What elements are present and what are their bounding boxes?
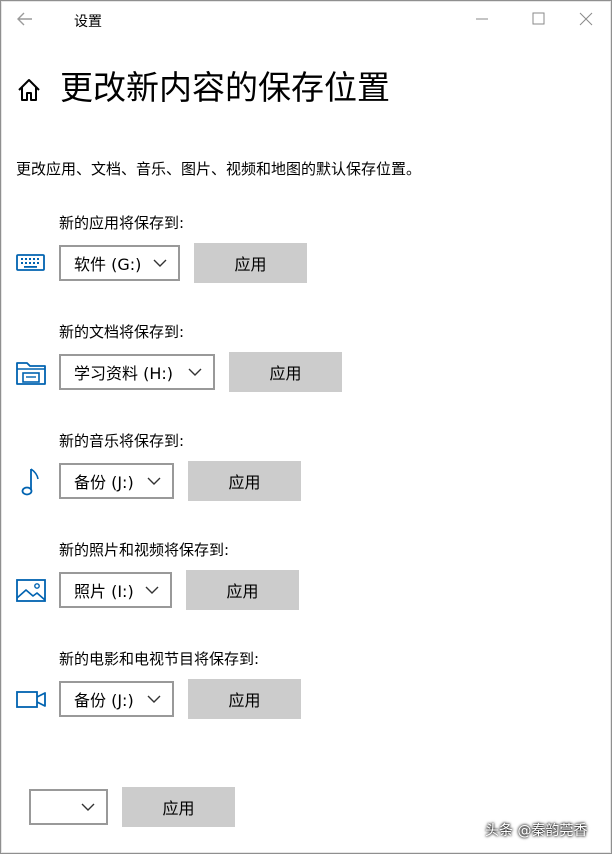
title-bar: 设置 (0, 0, 612, 38)
music-drive-value: 备份 (J:) (74, 473, 134, 492)
minimize-icon[interactable] (468, 6, 496, 32)
apps-drive-dropdown[interactable]: 软件 (G:) (59, 245, 180, 281)
documents-drive-value: 学习资料 (H:) (74, 364, 173, 383)
settings-window (0, 0, 612, 854)
home-icon[interactable] (15, 76, 43, 104)
movies-drive-value: 备份 (J:) (74, 691, 134, 710)
chevron-down-icon (147, 477, 161, 485)
keyboard-icon (14, 246, 48, 280)
photos-drive-dropdown[interactable]: 照片 (I:) (59, 572, 172, 608)
chevron-down-icon (153, 259, 167, 267)
music-drive-dropdown[interactable]: 备份 (J:) (59, 463, 174, 499)
documents-apply-button[interactable]: 应用 (229, 352, 342, 392)
apps-drive-value: 软件 (G:) (74, 255, 142, 274)
documents-save-label: 新的文档将保存到: (59, 323, 185, 341)
photos-drive-value: 照片 (I:) (74, 582, 134, 601)
music-apply-button[interactable]: 应用 (188, 461, 301, 501)
movies-save-label: 新的电影和电视节目将保存到: (59, 650, 260, 668)
apps-apply-button[interactable]: 应用 (194, 243, 307, 283)
maps-apply-button[interactable]: 应用 (122, 787, 235, 827)
chevron-down-icon (145, 586, 159, 594)
movies-drive-dropdown[interactable]: 备份 (J:) (59, 681, 174, 717)
folder-icon (14, 355, 48, 389)
page-title: 更改新内容的保存位置 (60, 68, 390, 107)
picture-icon (14, 573, 48, 607)
window-title: 设置 (74, 14, 102, 30)
photos-apply-button[interactable]: 应用 (186, 570, 299, 610)
page-description: 更改应用、文档、音乐、图片、视频和地图的默认保存位置。 (16, 160, 422, 178)
maps-drive-dropdown[interactable] (29, 789, 108, 825)
apps-save-label: 新的应用将保存到: (59, 214, 185, 232)
music-note-icon (14, 464, 48, 498)
close-icon[interactable] (572, 6, 600, 32)
documents-drive-dropdown[interactable]: 学习资料 (H:) (59, 354, 215, 390)
music-save-label: 新的音乐将保存到: (59, 432, 185, 450)
movies-apply-button[interactable]: 应用 (188, 679, 301, 719)
chevron-down-icon (81, 803, 95, 811)
maximize-icon[interactable] (524, 6, 552, 32)
chevron-down-icon (147, 695, 161, 703)
photos-save-label: 新的照片和视频将保存到: (59, 541, 230, 559)
chevron-down-icon (188, 368, 202, 376)
video-camera-icon (14, 682, 48, 716)
back-arrow-icon[interactable] (12, 6, 38, 32)
watermark: 头条 @秦韵莞香 (485, 823, 588, 839)
